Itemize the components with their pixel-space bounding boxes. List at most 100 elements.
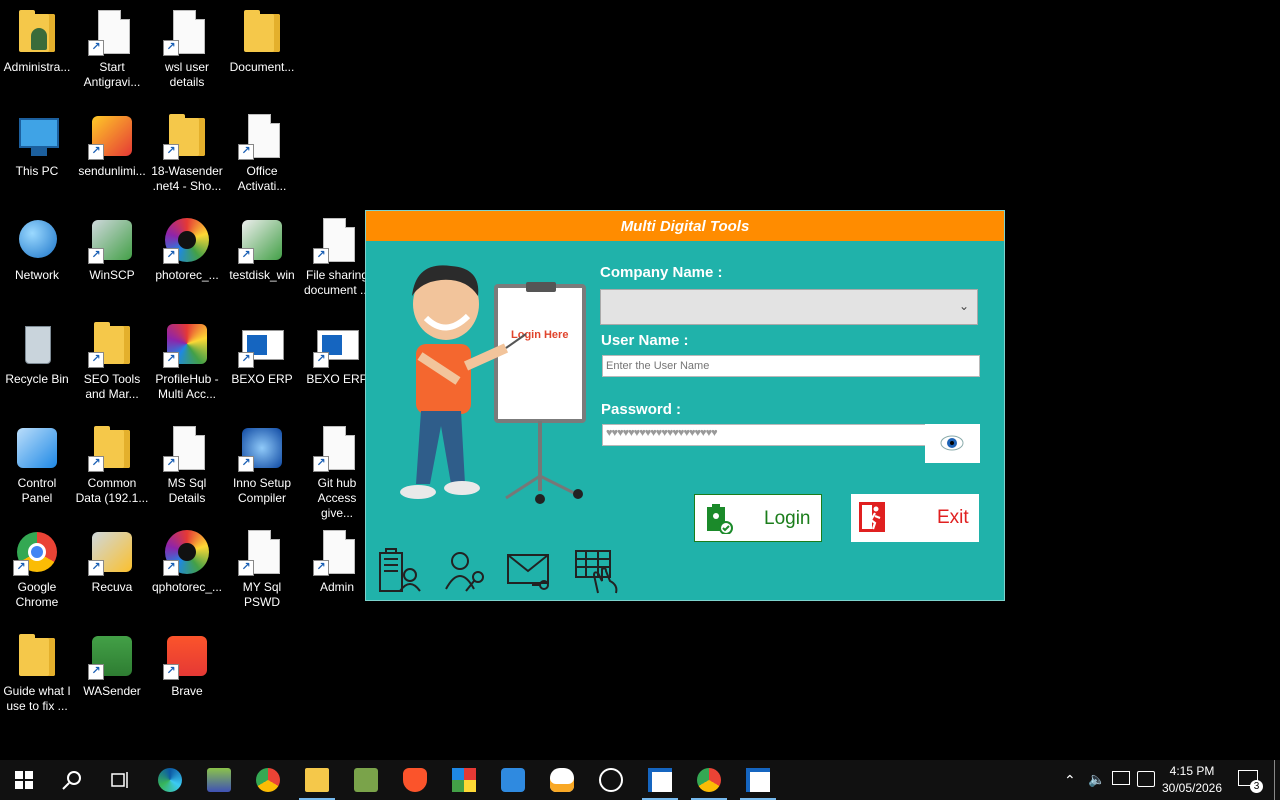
desktop-icon[interactable]: ↗ sendunlimi... bbox=[75, 112, 149, 179]
login-label: Login bbox=[764, 508, 811, 529]
search-button[interactable] bbox=[48, 760, 96, 800]
taskbar-edge[interactable] bbox=[146, 760, 194, 800]
doc-icon: ↗ bbox=[88, 8, 136, 56]
taskbar-code-app[interactable] bbox=[489, 760, 537, 800]
desktop-icon[interactable]: ↗ SEO Tools and Mar... bbox=[75, 320, 149, 402]
desktop-icon[interactable]: ↗ MY Sql PSWD bbox=[225, 528, 299, 610]
desktop-icon[interactable]: ↗ Admin bbox=[300, 528, 374, 595]
desktop-icon-label: Recycle Bin bbox=[5, 372, 69, 386]
app-icon bbox=[207, 768, 231, 792]
network-icon[interactable] bbox=[1112, 771, 1130, 785]
desktop-icon[interactable]: Guide what I use to fix ... bbox=[0, 632, 74, 714]
desktop-icon[interactable]: ↗ Git hub Access give... bbox=[300, 424, 374, 521]
taskbar-window-app-2[interactable] bbox=[734, 760, 782, 800]
company-name-select[interactable]: ⌄ bbox=[600, 289, 978, 325]
show-password-button[interactable] bbox=[925, 424, 980, 463]
desktop-icon-label: SEO Tools and Mar... bbox=[83, 372, 141, 401]
desktop-icon[interactable]: Network bbox=[0, 216, 74, 283]
start-button[interactable] bbox=[0, 760, 48, 800]
desktop-icon[interactable]: ↗ BEXO ERP bbox=[225, 320, 299, 387]
desktop-icon[interactable]: ↗ Office Activati... bbox=[225, 112, 299, 194]
desktop-icon[interactable]: Document... bbox=[225, 8, 299, 75]
password-input[interactable]: ♥♥♥♥♥♥♥♥♥♥♥♥♥♥♥♥♥♥♥♥ bbox=[602, 424, 926, 446]
volume-muted-icon[interactable]: 🔈 bbox=[1088, 771, 1105, 788]
desktop-icon[interactable]: ↗ testdisk_win bbox=[225, 216, 299, 283]
clock-time[interactable]: 4:15 PM bbox=[1160, 764, 1224, 778]
taskbar-brave[interactable] bbox=[391, 760, 439, 800]
desktop-icon[interactable]: ↗ WinSCP bbox=[75, 216, 149, 283]
user-key-icon[interactable] bbox=[440, 547, 488, 595]
clock-date[interactable]: 30/05/2026 bbox=[1160, 781, 1224, 795]
desktop-icon[interactable]: ↗ MS Sql Details bbox=[150, 424, 224, 506]
app-icon bbox=[13, 424, 61, 472]
notification-badge: 3 bbox=[1250, 780, 1263, 793]
vscode-like-icon bbox=[501, 768, 525, 792]
desktop-icon-label: Recuva bbox=[91, 580, 133, 594]
company-icon[interactable] bbox=[376, 547, 424, 595]
task-view-button[interactable] bbox=[96, 760, 144, 800]
app-icon: ↗ bbox=[88, 632, 136, 680]
desktop-icon-label: Admin bbox=[319, 580, 354, 594]
qq-icon bbox=[599, 768, 623, 792]
desktop-icon[interactable]: ↗ Brave bbox=[150, 632, 224, 699]
desktop-icon[interactable]: ↗ Google Chrome bbox=[0, 528, 74, 610]
desktop-icon[interactable]: Administra... bbox=[0, 8, 74, 75]
desktop-icon[interactable]: ↗ Start Antigravi... bbox=[75, 8, 149, 90]
desktop-icon[interactable]: ↗ photorec_... bbox=[150, 216, 224, 283]
desktop-icon-label: File sharing document ... bbox=[303, 268, 370, 297]
taskbar-file-explorer[interactable] bbox=[293, 760, 341, 800]
taskbar-winscp[interactable] bbox=[342, 760, 390, 800]
desktop-icon[interactable]: ↗ wsl user details bbox=[150, 8, 224, 90]
desktop-icon[interactable]: ↗ ProfileHub - Multi Acc... bbox=[150, 320, 224, 402]
exit-label: Exit bbox=[937, 507, 969, 528]
exit-button[interactable]: Exit bbox=[851, 494, 979, 542]
desktop-icon[interactable]: ↗ BEXO ERP bbox=[300, 320, 374, 387]
desktop-icon[interactable]: This PC bbox=[0, 112, 74, 179]
login-icon bbox=[707, 504, 733, 534]
desktop-icon[interactable]: ↗ qphotorec_... bbox=[150, 528, 224, 595]
chrome-icon: ↗ bbox=[13, 528, 61, 576]
chevron-up-icon[interactable]: ⌃ bbox=[1064, 772, 1076, 789]
login-illustration: Login Here bbox=[400, 265, 586, 504]
linux-icon bbox=[550, 768, 574, 792]
taskbar-qq[interactable] bbox=[587, 760, 635, 800]
taskbar-app[interactable] bbox=[195, 760, 243, 800]
taskbar-chrome[interactable] bbox=[244, 760, 292, 800]
doc-icon: ↗ bbox=[238, 528, 286, 576]
doc-icon: ↗ bbox=[163, 424, 211, 472]
desktop-icon-label: photorec_... bbox=[155, 268, 219, 282]
exit-icon bbox=[859, 502, 885, 532]
taskbar-window-app[interactable] bbox=[636, 760, 684, 800]
taskbar: ⌃ 🔈 4:15 PM 30/05/2026 3 bbox=[0, 760, 1280, 800]
desktop-icon-label: BEXO ERP bbox=[306, 372, 368, 386]
app-icon: ↗ bbox=[88, 216, 136, 264]
app-icon: ↗ bbox=[163, 320, 211, 368]
folder-icon: ↗ bbox=[88, 320, 136, 368]
touch-grid-icon[interactable] bbox=[574, 547, 622, 595]
desktop-icon[interactable]: Control Panel bbox=[0, 424, 74, 506]
desktop-icon[interactable]: ↗ 18-Wasender .net4 - Sho... bbox=[150, 112, 224, 194]
taskbar-linux[interactable] bbox=[538, 760, 586, 800]
desktop-icon[interactable]: ↗ Inno Setup Compiler bbox=[225, 424, 299, 506]
taskbar-chrome-2[interactable] bbox=[685, 760, 733, 800]
desktop-icon-label: Document... bbox=[229, 60, 295, 74]
desktop-icon[interactable]: Recycle Bin bbox=[0, 320, 74, 387]
desktop-icon[interactable]: ↗ File sharing document ... bbox=[300, 216, 374, 298]
company-name-label: Company Name : bbox=[600, 264, 723, 281]
desktop-icon[interactable]: ↗ Common Data (192.1... bbox=[75, 424, 149, 506]
dialog-title: Multi Digital Tools bbox=[366, 211, 1004, 241]
desktop-icon-label: Git hub Access give... bbox=[317, 476, 357, 520]
mail-key-icon[interactable] bbox=[506, 547, 554, 595]
chevron-down-icon[interactable]: ⌄ bbox=[959, 299, 969, 313]
desktop-icon[interactable]: ↗ Recuva bbox=[75, 528, 149, 595]
app-icon: ↗ bbox=[88, 112, 136, 160]
taskbar-grid-app[interactable] bbox=[440, 760, 488, 800]
window-icon: ↗ bbox=[238, 320, 286, 368]
desktop-icon[interactable]: ↗ WASender bbox=[75, 632, 149, 699]
display-icon[interactable] bbox=[1137, 771, 1155, 787]
login-button[interactable]: Login bbox=[694, 494, 822, 542]
show-desktop-button[interactable] bbox=[1274, 760, 1275, 800]
folder-icon: ↗ bbox=[88, 424, 136, 472]
user-name-input[interactable] bbox=[602, 355, 980, 377]
winscp-icon bbox=[354, 768, 378, 792]
